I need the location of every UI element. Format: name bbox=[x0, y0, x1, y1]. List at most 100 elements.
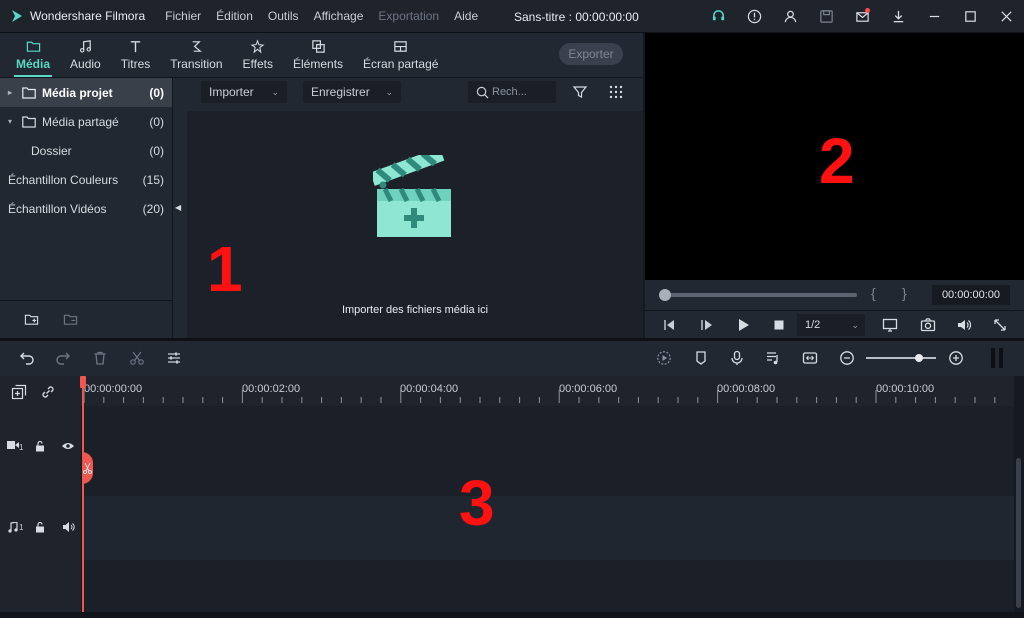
save-icon[interactable] bbox=[808, 0, 844, 33]
video-track-lane[interactable] bbox=[82, 406, 1014, 496]
tab-titles[interactable]: Titres bbox=[111, 32, 161, 77]
scrubber-handle[interactable] bbox=[659, 289, 671, 301]
skip-back-icon[interactable] bbox=[661, 317, 677, 333]
zoom-out-icon[interactable] bbox=[839, 350, 855, 366]
menu-aide[interactable]: Aide bbox=[454, 9, 478, 23]
add-track-icon[interactable] bbox=[11, 384, 27, 400]
ruler-header bbox=[0, 376, 82, 406]
tab-elements[interactable]: Éléments bbox=[283, 32, 353, 77]
record-dropdown[interactable]: Enregistrer ⌄ bbox=[303, 81, 401, 103]
collapse-caret-icon[interactable]: ▾ bbox=[8, 117, 18, 126]
mark-in-button[interactable]: { bbox=[871, 285, 876, 301]
tree-item-label: Média partagé bbox=[42, 114, 119, 129]
import-hint: Importer des fichiers média ici bbox=[341, 304, 489, 316]
marker-icon[interactable] bbox=[693, 350, 709, 366]
pause-icon[interactable] bbox=[990, 348, 1004, 368]
folder-icon bbox=[22, 86, 36, 99]
import-dropdown[interactable]: Importer ⌄ bbox=[201, 81, 287, 103]
microphone-icon[interactable] bbox=[729, 350, 745, 366]
playhead-marker[interactable] bbox=[80, 376, 86, 388]
volume-icon[interactable] bbox=[956, 317, 972, 333]
menu-exportation[interactable]: Exportation bbox=[378, 9, 439, 23]
tree-item-folder[interactable]: Dossier (0) bbox=[0, 136, 172, 165]
tree-item-label: Échantillon Couleurs bbox=[8, 172, 119, 187]
tab-transition[interactable]: Transition bbox=[160, 32, 232, 77]
preview-scrubber[interactable] bbox=[659, 293, 857, 297]
download-icon[interactable] bbox=[880, 0, 916, 33]
empty-track-lane[interactable] bbox=[82, 560, 1014, 612]
tab-effects[interactable]: Effets bbox=[233, 32, 283, 77]
preview-quality-dropdown[interactable]: 1/2 ⌄ bbox=[797, 314, 865, 336]
notification-dot bbox=[865, 8, 870, 13]
scissors-icon bbox=[83, 462, 92, 474]
ruler-label: 00:00:00:00 bbox=[84, 383, 143, 395]
scissors-split-icon[interactable] bbox=[129, 350, 145, 366]
audio-track-lane[interactable] bbox=[82, 496, 1014, 560]
zoom-slider-handle[interactable] bbox=[915, 354, 923, 362]
media-library[interactable]: Importer ⌄ Enregistrer ⌄ Rech... Importe… bbox=[187, 78, 643, 338]
stop-icon[interactable] bbox=[771, 317, 787, 333]
search-placeholder: Rech... bbox=[492, 86, 527, 98]
lock-icon[interactable] bbox=[34, 440, 46, 452]
audio-mixer-icon[interactable] bbox=[765, 350, 781, 366]
tab-label: Transition bbox=[170, 57, 223, 71]
filter-icon[interactable] bbox=[572, 84, 588, 100]
clapperboard-import-icon[interactable] bbox=[373, 155, 453, 241]
transition-icon bbox=[192, 41, 202, 52]
scrollbar-thumb[interactable] bbox=[1016, 458, 1021, 608]
close-icon[interactable] bbox=[988, 0, 1024, 33]
lock-icon[interactable] bbox=[34, 521, 46, 533]
menu-affichage[interactable]: Affichage bbox=[314, 9, 364, 23]
tab-audio[interactable]: Audio bbox=[60, 32, 111, 77]
zoom-in-icon[interactable] bbox=[948, 350, 964, 366]
speaker-icon[interactable] bbox=[62, 521, 75, 533]
timeline-horizontal-scrollbar[interactable] bbox=[0, 612, 1024, 618]
zoom-slider[interactable] bbox=[866, 357, 936, 359]
new-folder-icon[interactable] bbox=[24, 312, 39, 327]
tree-item-sample-colors[interactable]: Échantillon Couleurs (15) bbox=[0, 165, 172, 194]
tab-label: Titres bbox=[120, 57, 151, 71]
playhead[interactable] bbox=[82, 376, 84, 612]
tab-media[interactable]: Média bbox=[6, 32, 60, 77]
snapshot-camera-icon[interactable] bbox=[920, 317, 936, 333]
tree-item-shared-media[interactable]: ▾ Média partagé (0) bbox=[0, 107, 172, 136]
adjust-sliders-icon[interactable] bbox=[166, 350, 182, 366]
export-button[interactable]: Exporter bbox=[559, 43, 623, 65]
redo-icon[interactable] bbox=[55, 350, 71, 366]
timeline-ruler[interactable]: 00:00:00:00 00:00:02:00 00:00:04:00 00:0… bbox=[82, 376, 1014, 406]
play-frame-icon[interactable] bbox=[698, 317, 714, 333]
expand-caret-icon[interactable]: ▸ bbox=[8, 88, 18, 97]
play-icon[interactable] bbox=[735, 317, 751, 333]
account-icon[interactable] bbox=[772, 0, 808, 33]
render-preview-icon[interactable] bbox=[656, 350, 672, 366]
undo-icon[interactable] bbox=[19, 350, 35, 366]
menu-fichier[interactable]: Fichier bbox=[165, 9, 201, 23]
minimize-icon[interactable] bbox=[916, 0, 952, 33]
info-icon[interactable] bbox=[736, 0, 772, 33]
search-input[interactable]: Rech... bbox=[468, 81, 556, 103]
tree-item-sample-videos[interactable]: Échantillon Vidéos (20) bbox=[0, 194, 172, 223]
fit-timeline-icon[interactable] bbox=[802, 350, 818, 366]
mark-out-button[interactable]: } bbox=[902, 285, 907, 301]
tab-label: Éléments bbox=[293, 57, 344, 71]
fullscreen-icon[interactable] bbox=[992, 317, 1008, 333]
delete-trash-icon[interactable] bbox=[92, 350, 108, 366]
maximize-icon[interactable] bbox=[952, 0, 988, 33]
display-settings-icon[interactable] bbox=[882, 317, 898, 333]
tree-item-count: (0) bbox=[149, 114, 164, 129]
timeline-vertical-scrollbar[interactable] bbox=[1014, 376, 1024, 612]
menu-outils[interactable]: Outils bbox=[268, 9, 299, 23]
tab-label: Média bbox=[16, 57, 51, 71]
tree-item-project-media[interactable]: ▸ Média projet (0) bbox=[0, 78, 172, 107]
remove-folder-icon[interactable] bbox=[63, 312, 78, 327]
collapse-sidebar-icon[interactable]: ◀ bbox=[175, 203, 181, 212]
support-headset-icon[interactable] bbox=[700, 0, 736, 33]
eye-icon[interactable] bbox=[61, 441, 75, 451]
tab-split-screen[interactable]: Écran partagé bbox=[353, 32, 448, 77]
tree-item-count: (0) bbox=[149, 143, 164, 158]
menu-edition[interactable]: Édition bbox=[216, 9, 253, 23]
mail-icon[interactable] bbox=[844, 0, 880, 33]
grid-view-icon[interactable] bbox=[608, 84, 624, 100]
video-track-icon bbox=[7, 441, 19, 449]
link-icon[interactable] bbox=[40, 384, 56, 400]
